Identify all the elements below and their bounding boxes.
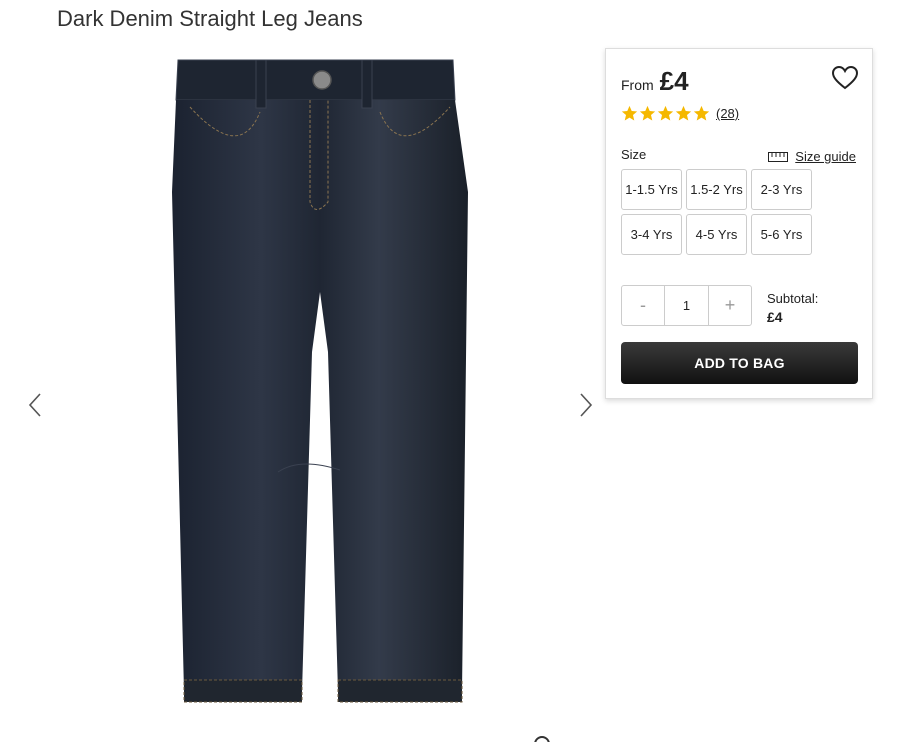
ruler-icon xyxy=(768,151,789,162)
gallery-prev-button[interactable] xyxy=(24,390,48,420)
size-option[interactable]: 3-4 Yrs xyxy=(621,214,682,255)
star-icon xyxy=(639,105,656,121)
price-from-label: From xyxy=(621,77,654,93)
quantity-stepper: - + xyxy=(621,285,752,326)
star-icon xyxy=(657,105,674,121)
rating: (28) xyxy=(621,105,739,122)
size-option[interactable]: 1.5-2 Yrs xyxy=(686,169,747,210)
gallery-next-button[interactable] xyxy=(573,390,597,420)
heart-icon[interactable] xyxy=(832,66,858,90)
size-option[interactable]: 1-1.5 Yrs xyxy=(621,169,682,210)
subtotal-label: Subtotal: xyxy=(767,291,819,306)
size-option[interactable]: 2-3 Yrs xyxy=(751,169,812,210)
chevron-right-icon xyxy=(580,393,593,417)
product-image xyxy=(172,59,468,703)
star-rating xyxy=(621,105,710,122)
purchase-panel: From £4 (28) Size Size guide 1-1.5 Yrs 1… xyxy=(605,48,873,399)
size-guide-label: Size guide xyxy=(795,149,856,164)
size-options: 1-1.5 Yrs 1.5-2 Yrs 2-3 Yrs 3-4 Yrs 4-5 … xyxy=(621,169,821,255)
star-icon xyxy=(675,105,692,121)
size-option[interactable]: 4-5 Yrs xyxy=(686,214,747,255)
price: From £4 xyxy=(621,66,689,97)
size-label: Size xyxy=(621,147,647,162)
add-to-bag-button[interactable]: ADD TO BAG xyxy=(621,342,858,384)
zoom-icon[interactable] xyxy=(534,736,550,742)
product-title: Dark Denim Straight Leg Jeans xyxy=(57,6,363,31)
quantity-decrease-button[interactable]: - xyxy=(622,286,664,325)
size-guide-link[interactable]: Size guide xyxy=(768,149,856,164)
star-icon xyxy=(621,105,638,121)
review-count-link[interactable]: (28) xyxy=(716,106,739,121)
star-icon xyxy=(693,105,710,121)
price-value: £4 xyxy=(659,66,689,96)
quantity-input[interactable] xyxy=(664,286,709,325)
subtotal: Subtotal: £4 xyxy=(767,290,818,326)
chevron-left-icon xyxy=(28,393,41,417)
quantity-increase-button[interactable]: + xyxy=(709,286,751,325)
size-option[interactable]: 5-6 Yrs xyxy=(751,214,812,255)
subtotal-amount: £4 xyxy=(767,309,783,325)
product-gallery xyxy=(0,40,600,742)
